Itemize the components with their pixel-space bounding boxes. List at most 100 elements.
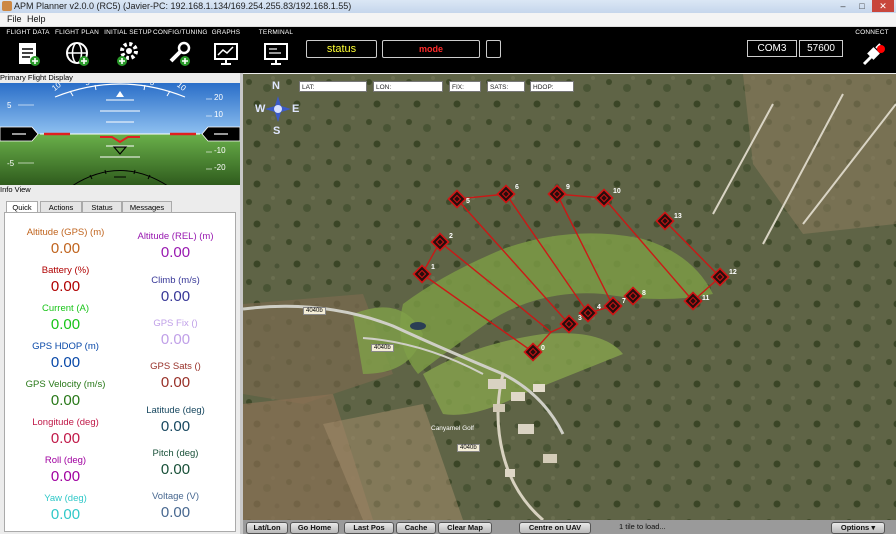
altitude-tick-label: 10 (214, 110, 223, 119)
speed-tick-label: -5 (7, 159, 15, 168)
compass-east: E (292, 103, 300, 115)
lon-field: LON: (373, 81, 443, 92)
compass-rose: N S W E (255, 80, 301, 140)
cache-button[interactable]: Cache (396, 522, 436, 534)
graphs-button[interactable]: GRAPHS (206, 27, 246, 73)
waypoint-marker[interactable]: 9 (547, 184, 570, 204)
compass-south: S (273, 125, 281, 137)
quick-value: 0.00 (160, 244, 191, 261)
menu-file[interactable]: File (7, 13, 22, 26)
initial-setup-label: INITIAL SETUP (104, 29, 152, 36)
terminal-icon (264, 43, 288, 65)
road-label: 4040b (303, 307, 326, 315)
waypoint-diamond (559, 314, 579, 334)
close-button[interactable]: ✕ (872, 0, 894, 12)
attitude-indicator (0, 83, 240, 186)
waypoint-marker[interactable]: 1 (412, 264, 435, 284)
clear-map-button[interactable]: Clear Map (438, 522, 492, 534)
lat-lon-button[interactable]: Lat/Lon (246, 522, 288, 534)
quick-value: 0.00 (160, 288, 191, 305)
flight-data-button[interactable]: FLIGHT DATA (6, 27, 50, 73)
quick-label: Latitude (deg) (146, 405, 205, 416)
waypoint-marker[interactable]: 5 (447, 189, 470, 209)
flight-plan-button[interactable]: FLIGHT PLAN (55, 27, 99, 73)
terminal-button[interactable]: TERMINAL (256, 27, 296, 73)
gear-icon (117, 42, 138, 66)
waypoint-marker[interactable]: 0 (523, 342, 545, 362)
quick-label: Climb (m/s) (151, 275, 200, 286)
graph-monitor-icon (214, 43, 238, 65)
waypoint-label: 1 (431, 264, 435, 271)
waypoint-label: 8 (642, 290, 646, 297)
chevron-down-icon: ▾ (871, 523, 876, 532)
quick-label: Roll (deg) (44, 455, 87, 466)
waypoint-marker[interactable]: 4 (578, 303, 601, 323)
quick-label: GPS HDOP (m) (32, 341, 99, 352)
baud-rate-select[interactable]: 57600 (799, 40, 843, 57)
flight-plan-label: FLIGHT PLAN (55, 29, 99, 36)
waypoint-diamond (447, 189, 467, 209)
quick-label: GPS Velocity (m/s) (25, 379, 106, 390)
menu-bar: File Help (0, 13, 896, 27)
waypoint-marker[interactable]: 10 (594, 188, 621, 208)
waypoint-marker[interactable]: 6 (496, 184, 519, 204)
quick-value: 0.00 (50, 240, 81, 257)
fix-field: FIX: (449, 81, 481, 92)
maximize-button[interactable]: □ (853, 0, 871, 12)
quick-label: Altitude (REL) (m) (137, 231, 214, 242)
waypoint-diamond (603, 296, 623, 316)
waypoint-marker[interactable]: 12 (710, 267, 737, 287)
quick-value: 0.00 (50, 354, 81, 371)
altitude-tick-label: 20 (214, 93, 223, 102)
waypoint-diamond (412, 264, 432, 284)
sats-field: SATS: (487, 81, 525, 92)
window-title: APM Planner v2.0.0 (RC5) (Javier-PC: 192… (14, 1, 352, 11)
quick-value: 0.00 (50, 316, 81, 333)
waypoint-diamond (547, 184, 567, 204)
minimize-button[interactable]: – (834, 0, 852, 12)
connect-label: CONNECT (855, 29, 889, 36)
quick-label: Yaw (deg) (44, 493, 87, 504)
quick-label: GPS Fix () (153, 318, 198, 329)
compass-north: N (272, 80, 280, 92)
quick-value: 0.00 (160, 504, 191, 521)
quick-value: 0.00 (50, 278, 81, 295)
waypoint-marker[interactable]: 2 (430, 232, 453, 252)
terminal-label: TERMINAL (258, 29, 294, 36)
speed-tick-label: 5 (7, 101, 12, 110)
options-label: Options (840, 523, 870, 532)
last-pos-button[interactable]: Last Pos (344, 522, 394, 534)
compass-west: W (255, 103, 266, 115)
window-title-bar: APM Planner v2.0.0 (RC5) (Javier-PC: 192… (0, 0, 896, 13)
map-view[interactable]: 0 1 2 3 4 5 6 7 8 9 10 11 12 13 N S W E LAT: LON: FIX… (243, 74, 896, 520)
waypoint-marker[interactable]: 11 (683, 291, 710, 311)
menu-help[interactable]: Help (27, 13, 46, 26)
main-toolbar: FLIGHT DATA FLIGHT PLAN INITIAL SETUP CO… (0, 27, 896, 73)
quick-label: Longitude (deg) (32, 417, 99, 428)
centre-on-uav-button[interactable]: Centre on UAV (519, 522, 591, 534)
connect-button[interactable]: CONNECT (852, 27, 892, 73)
road-label: 4040b (457, 444, 480, 452)
waypoint-marker[interactable]: 7 (603, 296, 626, 316)
waypoint-label: 4 (597, 304, 601, 311)
initial-setup-button[interactable]: INITIAL SETUP (104, 27, 152, 73)
waypoint-label: 9 (566, 184, 570, 191)
waypoint-marker[interactable]: 13 (655, 211, 682, 231)
waypoint-label: 3 (578, 315, 582, 322)
hdop-field: HDOP: (530, 81, 574, 92)
quick-label: Battery (%) (41, 265, 90, 276)
com-port-select[interactable]: COM3 (747, 40, 797, 57)
go-home-button[interactable]: Go Home (290, 522, 339, 534)
waypoint-marker[interactable]: 8 (623, 286, 646, 306)
options-button[interactable]: Options ▾ (831, 522, 885, 534)
tile-status: 1 tile to load... (619, 522, 666, 531)
config-tuning-button[interactable]: CONFIG/TUNING (153, 27, 207, 73)
waypoint-diamond (655, 211, 675, 231)
waypoint-label: 6 (515, 184, 519, 191)
map-bottom-bar: Lat/Lon Go Home Last Pos Cache Clear Map… (243, 520, 896, 534)
lat-field: LAT: (299, 81, 367, 92)
graphs-label: GRAPHS (211, 29, 241, 36)
waypoint-marker[interactable]: 3 (559, 314, 582, 334)
quick-value: 0.00 (160, 461, 191, 478)
waypoint-diamond (594, 188, 614, 208)
